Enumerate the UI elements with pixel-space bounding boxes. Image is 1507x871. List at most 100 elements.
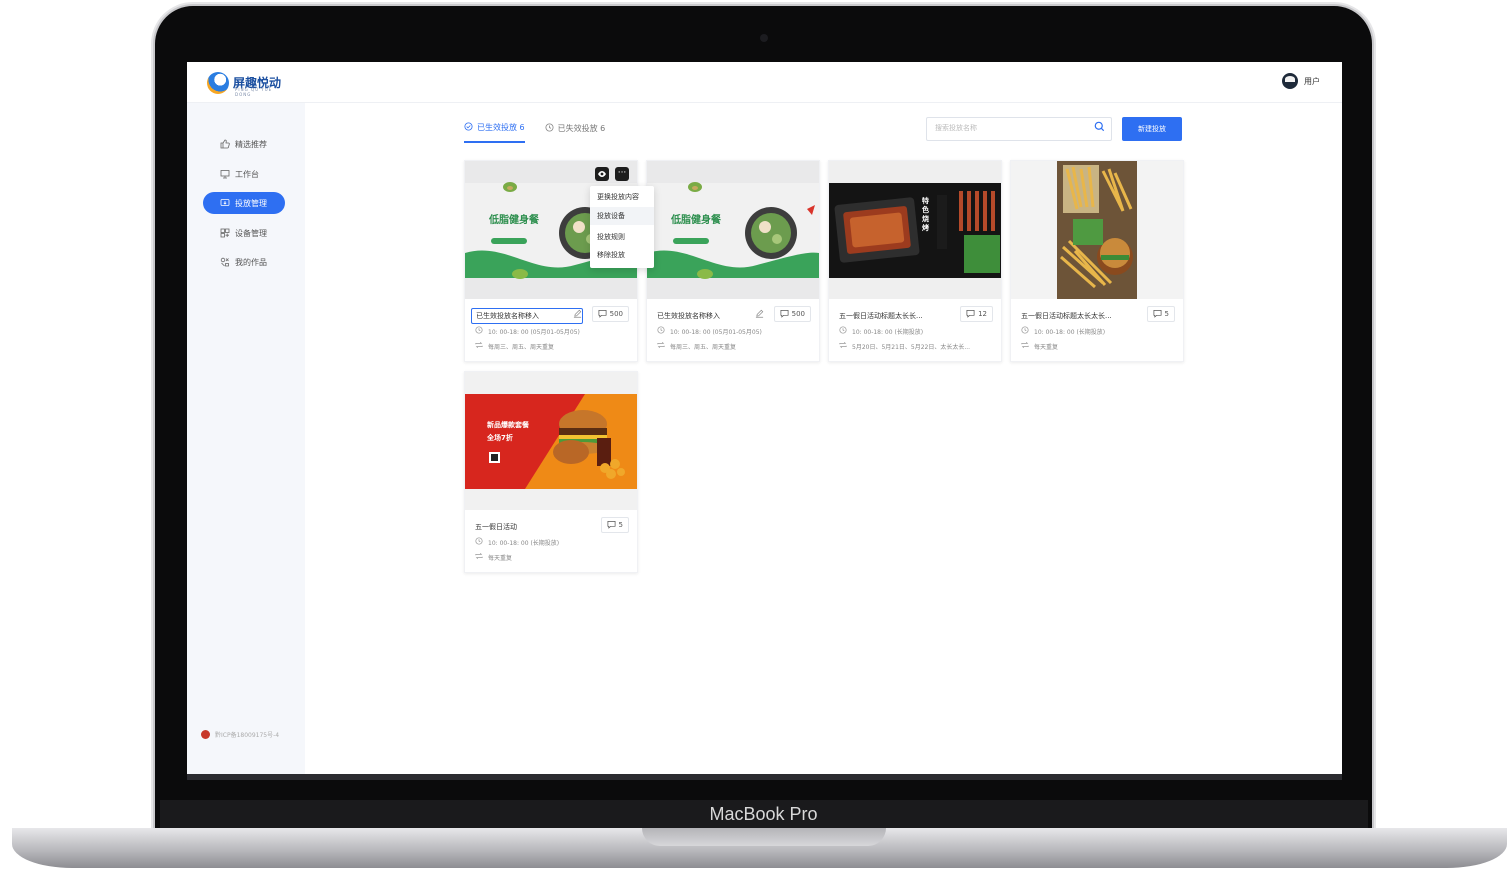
card-context-menu: 更换投放内容 投放设备 投放规则 移除投放: [590, 186, 654, 268]
cast-card[interactable]: 新品爆款套餐 全场7折 五一假日活动 5 10: 00-18: 00 (长期投放…: [464, 371, 638, 573]
tab-active-casts[interactable]: 已生效投放 6: [464, 122, 525, 143]
card-repeat: 每周三、周五、周天重复: [475, 341, 554, 351]
poster-title: 新品爆款套餐: [487, 421, 529, 429]
edit-icon[interactable]: [573, 309, 582, 321]
sidebar-item-cast-management[interactable]: 投放管理: [203, 192, 285, 214]
card-title: 已生效投放名称移入: [657, 312, 720, 320]
thumbs-up-icon: [220, 139, 230, 149]
repeat-icon: [1021, 341, 1029, 351]
clock-icon: [657, 326, 665, 336]
clock-icon: [475, 326, 483, 336]
repeat-icon: [475, 341, 483, 351]
screen: 屏趣悦动 PING QU YUE DONG 用户 精选推荐 工作台 投放管理 设…: [187, 62, 1342, 774]
device-label: MacBook Pro: [709, 804, 818, 824]
comment-icon: [780, 309, 789, 320]
clock-icon: [545, 123, 554, 134]
clock-icon: [475, 537, 483, 547]
poster-subtitle: 全场7折: [487, 434, 513, 442]
edit-icon[interactable]: [755, 309, 764, 321]
card-body: 已生效投放名称移入 500 10: 00-18: 00 (05月01-05月05…: [465, 299, 637, 361]
check-circle-icon: [464, 122, 473, 133]
comment-number: 12: [978, 310, 987, 318]
tab-label: 已失效投放 6: [557, 124, 606, 133]
sidebar-item-label: 设备管理: [235, 228, 267, 238]
comment-count[interactable]: 12: [960, 306, 993, 322]
new-cast-button[interactable]: 新建投放: [1122, 117, 1182, 141]
sidebar-item-label: 精选推荐: [235, 139, 267, 149]
comment-icon: [598, 309, 607, 320]
tab-bar: 已生效投放 6 已失效投放 6: [464, 122, 625, 143]
comment-number: 500: [791, 310, 805, 318]
card-body: 五一假日活动标题太长太长... 5 10: 00-18: 00 (长期投放) 每…: [1011, 299, 1183, 361]
comment-count[interactable]: 500: [591, 306, 629, 322]
card-time: 10: 00-18: 00 (05月01-05月05): [475, 326, 580, 336]
police-badge-icon: [201, 730, 210, 739]
card-body: 五一假日活动标题太长长... 12 10: 00-18: 00 (长期投放) 5…: [829, 299, 1001, 361]
repeat-icon: [475, 552, 483, 562]
card-repeat: 每周三、周五、周天重复: [657, 341, 736, 351]
card-title-input[interactable]: 已生效投放名称移入: [471, 308, 583, 324]
card-title: 五一假日活动标题太长太长...: [1021, 312, 1112, 320]
user-menu[interactable]: 用户: [1282, 73, 1320, 89]
tab-label: 已生效投放 6: [477, 123, 525, 132]
comment-icon: [607, 520, 616, 531]
card-time: 10: 00-18: 00 (05月01-05月05): [657, 326, 762, 336]
top-bar: 屏趣悦动 PING QU YUE DONG 用户: [187, 62, 1342, 103]
cast-card[interactable]: 特色烧烤 五一假日活动标题太长长... 12 10: 00-18: 00 (长期…: [828, 160, 1002, 362]
card-body: 五一假日活动 5 10: 00-18: 00 (长期投放) 每天重复: [465, 510, 637, 572]
comment-icon: [966, 309, 975, 320]
card-repeat-text: 每天重复: [1034, 343, 1059, 351]
cast-icon: [220, 198, 230, 208]
app-logo[interactable]: 屏趣悦动 PING QU YUE DONG: [207, 72, 281, 97]
icp-text: 黔ICP备18009175号-4: [215, 732, 280, 739]
logo-mark-icon: [207, 72, 229, 94]
card-time-text: 10: 00-18: 00 (05月01-05月05): [670, 328, 762, 336]
card-repeat-text: 每天重复: [488, 554, 513, 562]
menu-item-remove-cast[interactable]: 移除投放: [590, 246, 654, 264]
sidebar-item-device-management[interactable]: 设备管理: [203, 222, 285, 244]
card-repeat-text: 5月20日、5月21日、5月22日、太长太长...: [852, 343, 971, 351]
cast-thumbnail[interactable]: 低脂健身餐: [647, 161, 819, 299]
card-repeat: 5月20日、5月21日、5月22日、太长太长...: [839, 341, 970, 351]
cast-thumbnail[interactable]: [1011, 161, 1183, 299]
card-time-text: 10: 00-18: 00 (长期投放): [488, 539, 560, 547]
cast-card[interactable]: 低脂健身餐 已生效投放名称移入 500 10: 00-18: 00 (05月01…: [646, 160, 820, 362]
repeat-icon: [839, 341, 847, 351]
card-time: 10: 00-18: 00 (长期投放): [475, 537, 559, 547]
card-title: 五一假日活动标题太长长...: [839, 312, 923, 320]
sidebar-item-workbench[interactable]: 工作台: [203, 163, 285, 185]
cast-thumbnail[interactable]: 特色烧烤: [829, 161, 1001, 299]
camera: [760, 34, 768, 42]
menu-item-cast-rules[interactable]: 投放规则: [590, 228, 654, 246]
menu-item-replace-content[interactable]: 更换投放内容: [590, 188, 654, 206]
poster-title: 特色烧烤: [922, 197, 929, 232]
icp-record[interactable]: 黔ICP备18009175号-4: [201, 730, 279, 739]
cast-thumbnail[interactable]: 新品爆款套餐 全场7折: [465, 372, 637, 510]
sidebar-item-featured[interactable]: 精选推荐: [203, 133, 285, 155]
menu-item-cast-devices[interactable]: 投放设备: [590, 207, 654, 225]
card-time: 10: 00-18: 00 (长期投放): [839, 326, 923, 336]
more-icon[interactable]: ···: [615, 167, 629, 181]
comment-number: 5: [1164, 310, 1169, 318]
comment-count[interactable]: 5: [600, 517, 629, 533]
sidebar: 精选推荐 工作台 投放管理 设备管理 我的作品 黔ICP备18009175号-4: [187, 103, 305, 774]
search-box: [926, 117, 1112, 141]
comment-count[interactable]: 5: [1146, 306, 1175, 322]
works-icon: [220, 257, 230, 267]
cast-card[interactable]: 五一假日活动标题太长太长... 5 10: 00-18: 00 (长期投放) 每…: [1010, 160, 1184, 362]
sidebar-item-label: 投放管理: [235, 198, 267, 208]
tab-expired-casts[interactable]: 已失效投放 6: [545, 122, 606, 143]
card-time-text: 10: 00-18: 00 (长期投放): [1034, 328, 1106, 336]
search-icon[interactable]: [1091, 121, 1107, 137]
user-label: 用户: [1304, 76, 1320, 86]
search-input[interactable]: [927, 118, 1093, 138]
salad-poster: [647, 161, 819, 299]
poster-title: 低脂健身餐: [489, 215, 539, 226]
comment-count[interactable]: 500: [773, 306, 811, 322]
card-title: 五一假日活动: [475, 523, 517, 531]
sidebar-item-my-works[interactable]: 我的作品: [203, 251, 285, 273]
eye-icon[interactable]: [595, 167, 609, 181]
sidebar-item-label: 工作台: [235, 169, 259, 179]
device-icon: [220, 228, 230, 238]
repeat-icon: [657, 341, 665, 351]
